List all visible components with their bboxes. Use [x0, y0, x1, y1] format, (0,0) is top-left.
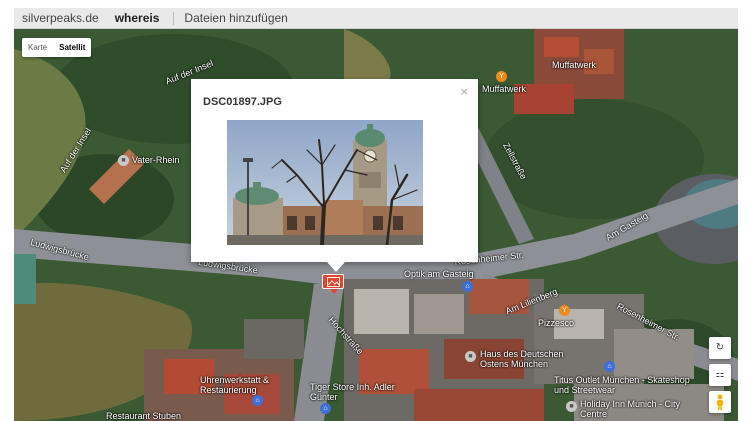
- rotate-map-button[interactable]: ↻: [709, 337, 731, 359]
- photo-info-window: DSC01897.JPG ×: [191, 79, 478, 272]
- restaurant-icon[interactable]: Y: [559, 305, 570, 316]
- place-label: Muffatwerk: [482, 84, 526, 94]
- close-icon[interactable]: ×: [460, 84, 468, 99]
- nav-whereis[interactable]: whereis: [115, 11, 160, 25]
- place-label: Pizzesco: [538, 318, 575, 328]
- restaurant-icon[interactable]: Y: [496, 71, 507, 82]
- person-icon: [717, 394, 723, 410]
- map-type-satellit[interactable]: Satellit: [53, 38, 91, 57]
- place-label: Muffatwerk: [552, 60, 596, 70]
- photo-image: [227, 120, 423, 245]
- top-navigation-bar: silverpeaks.de whereis Dateien hinzufüge…: [14, 8, 738, 29]
- place-icon[interactable]: ■: [465, 351, 476, 362]
- nav-separator: [173, 11, 175, 25]
- hotel-icon[interactable]: ■: [566, 401, 577, 412]
- image-icon: [327, 277, 340, 287]
- place-label: Titus Outlet München - Skateshop und Str…: [554, 375, 690, 395]
- photo-filename: DSC01897.JPG: [203, 96, 282, 108]
- place-label: Vater-Rhein: [132, 155, 180, 165]
- brand-link[interactable]: silverpeaks.de: [22, 11, 99, 25]
- place-label: Holiday Inn Munich - City Centre: [580, 399, 681, 419]
- place-label: Tiger Store Inh. Adler Günter: [310, 382, 395, 402]
- place-label: Haus des Deutschen Ostens München: [480, 349, 564, 369]
- map-type-control: Karte Satellit: [22, 38, 92, 57]
- tilt-view-button[interactable]: ⚏: [709, 364, 731, 386]
- shop-icon[interactable]: ⌂: [320, 403, 331, 414]
- map-type-karte[interactable]: Karte: [22, 38, 53, 57]
- place-label: Optik am Gasteig: [404, 269, 474, 279]
- street-view-pegman[interactable]: [709, 391, 731, 413]
- photo-marker[interactable]: [322, 274, 344, 294]
- shop-icon[interactable]: ⌂: [604, 361, 615, 372]
- place-label: Uhrenwerkstatt & Restaurierung: [200, 375, 270, 395]
- place-label: Restaurant Stuben: [106, 411, 182, 421]
- satellite-map[interactable]: Karte Satellit Auf der Insel Auf der Ins…: [14, 29, 738, 421]
- photo-thumbnail[interactable]: [227, 120, 423, 245]
- shop-icon[interactable]: ⌂: [462, 281, 473, 292]
- shop-icon[interactable]: ⌂: [252, 395, 263, 406]
- place-icon[interactable]: ■: [118, 155, 129, 166]
- nav-add-files[interactable]: Dateien hinzufügen: [184, 11, 287, 25]
